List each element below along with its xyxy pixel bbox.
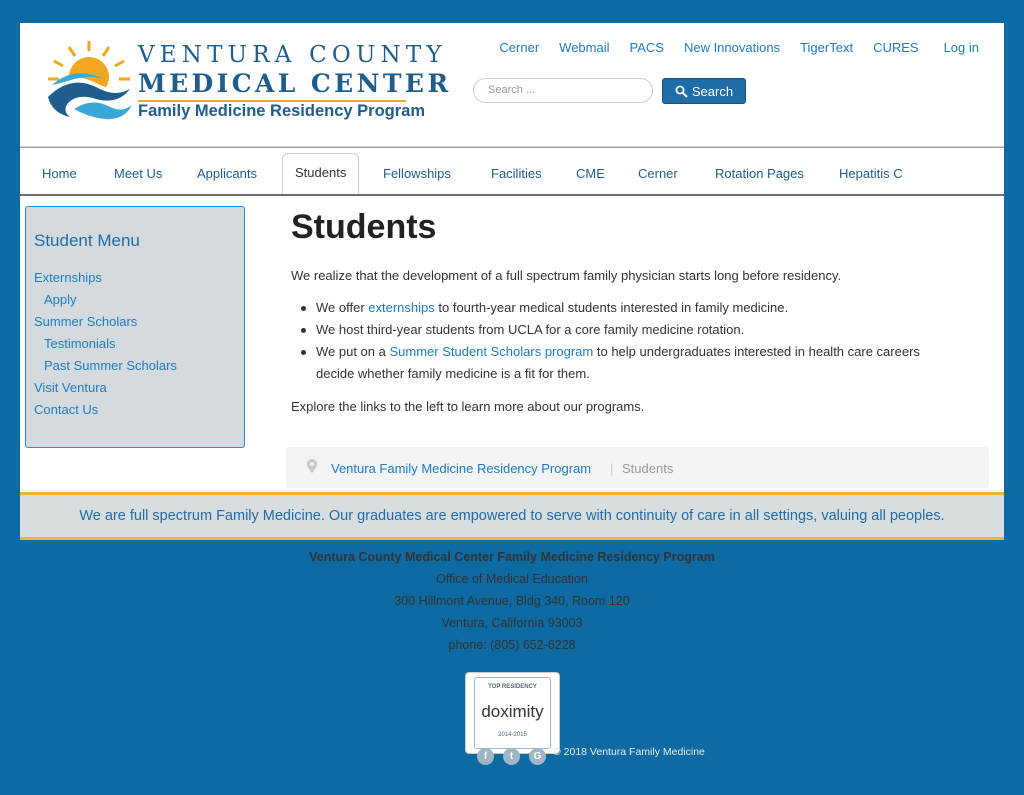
logo-line-3: Family Medicine Residency Program	[138, 102, 426, 120]
badge-top-label: TOP RESIDENCY	[488, 684, 537, 690]
breadcrumb-current: Students	[622, 461, 674, 476]
toplink-cures[interactable]: CURES	[873, 40, 919, 55]
toplink-new-innovations[interactable]: New Innovations	[684, 40, 780, 55]
footer-phone: phone: (805) 652-6228	[448, 638, 576, 652]
logo-line-1: VENTURA COUNTY	[138, 42, 447, 68]
menu-apply[interactable]: Apply	[44, 292, 77, 307]
main-nav: Home Meet Us Applicants Students Fellows…	[20, 147, 1004, 196]
search-icon	[675, 85, 688, 98]
student-menu: Student Menu Externships Apply Summer Sc…	[25, 206, 245, 448]
breadcrumb: Ventura Family Medicine Residency Progra…	[286, 447, 989, 488]
nav-rotation-pages[interactable]: Rotation Pages	[715, 166, 804, 181]
nav-meet-us[interactable]: Meet Us	[114, 166, 162, 181]
page-container: VENTURA COUNTY MEDICAL CENTER Family Med…	[20, 23, 1004, 540]
nav-home[interactable]: Home	[42, 166, 77, 181]
main-content: Student Menu Externships Apply Summer Sc…	[20, 196, 1004, 492]
toplink-tigertext[interactable]: TigerText	[800, 40, 853, 55]
toplink-cerner[interactable]: Cerner	[499, 40, 539, 55]
sun-wave-logo-icon	[46, 41, 132, 123]
google-icon[interactable]: G	[529, 748, 546, 765]
badge-name: doximity	[481, 702, 544, 721]
breadcrumb-separator: |	[610, 461, 614, 476]
nav-fellowships[interactable]: Fellowships	[383, 166, 451, 181]
facebook-icon[interactable]: f	[477, 748, 494, 765]
site-logo[interactable]: VENTURA COUNTY MEDICAL CENTER Family Med…	[44, 39, 448, 123]
menu-summer-scholars[interactable]: Summer Scholars	[34, 314, 137, 329]
list-item: We host third-year students from UCLA fo…	[301, 322, 744, 337]
search-input[interactable]: Search ...	[473, 78, 653, 103]
copyright: © 2018 Ventura Family Medicine	[553, 746, 705, 758]
menu-past-summer-scholars[interactable]: Past Summer Scholars	[44, 358, 177, 373]
nav-cerner[interactable]: Cerner	[638, 166, 678, 181]
footer-office: Office of Medical Education	[436, 572, 588, 586]
menu-visit-ventura[interactable]: Visit Ventura	[34, 380, 107, 395]
footer-org-name: Ventura County Medical Center Family Med…	[309, 550, 715, 564]
menu-testimonials[interactable]: Testimonials	[44, 336, 116, 351]
toplink-webmail[interactable]: Webmail	[559, 40, 609, 55]
doximity-badge[interactable]: TOP RESIDENCY doximity 2014-2015	[465, 672, 560, 754]
student-menu-title: Student Menu	[34, 231, 140, 250]
nav-applicants[interactable]: Applicants	[197, 166, 257, 181]
list-item-continuation: decide whether family medicine is a fit …	[316, 366, 590, 381]
intro-paragraph: We realize that the development of a ful…	[291, 268, 842, 283]
nav-hepatitis-c[interactable]: Hepatitis C	[839, 166, 903, 181]
logo-line-2: MEDICAL CENTER	[138, 69, 452, 98]
externships-link[interactable]: externships	[368, 300, 434, 315]
nav-facilities[interactable]: Facilities	[491, 166, 542, 181]
list-item: We offer externships to fourth-year medi…	[301, 300, 788, 315]
utility-links: Cerner Webmail PACS New Innovations Tige…	[479, 40, 979, 55]
outro-paragraph: Explore the links to the left to learn m…	[291, 399, 645, 414]
search-button[interactable]: Search	[662, 78, 746, 104]
page-title: Students	[291, 208, 437, 246]
footer-address: 300 Hillmont Avenue, Bldg 340, Room 120	[394, 594, 630, 608]
mission-statement: We are full spectrum Family Medicine. Ou…	[20, 492, 1004, 540]
breadcrumb-home-link[interactable]: Ventura Family Medicine Residency Progra…	[331, 461, 591, 476]
list-item: We put on a Summer Student Scholars prog…	[301, 344, 920, 359]
twitter-icon[interactable]: t	[503, 748, 520, 765]
menu-externships[interactable]: Externships	[34, 270, 102, 285]
site-header: VENTURA COUNTY MEDICAL CENTER Family Med…	[20, 23, 1004, 147]
toplink-pacs[interactable]: PACS	[630, 40, 664, 55]
login-link[interactable]: Log in	[944, 40, 979, 55]
nav-students[interactable]: Students	[282, 153, 360, 194]
badge-years: 2014-2015	[498, 732, 527, 738]
footer-city: Ventura, California 93003	[441, 616, 583, 630]
summer-scholars-link[interactable]: Summer Student Scholars program	[389, 344, 593, 359]
location-pin-icon	[307, 459, 317, 473]
nav-cme[interactable]: CME	[576, 166, 605, 181]
search-button-label: Search	[691, 83, 734, 99]
menu-contact-us[interactable]: Contact Us	[34, 402, 98, 417]
